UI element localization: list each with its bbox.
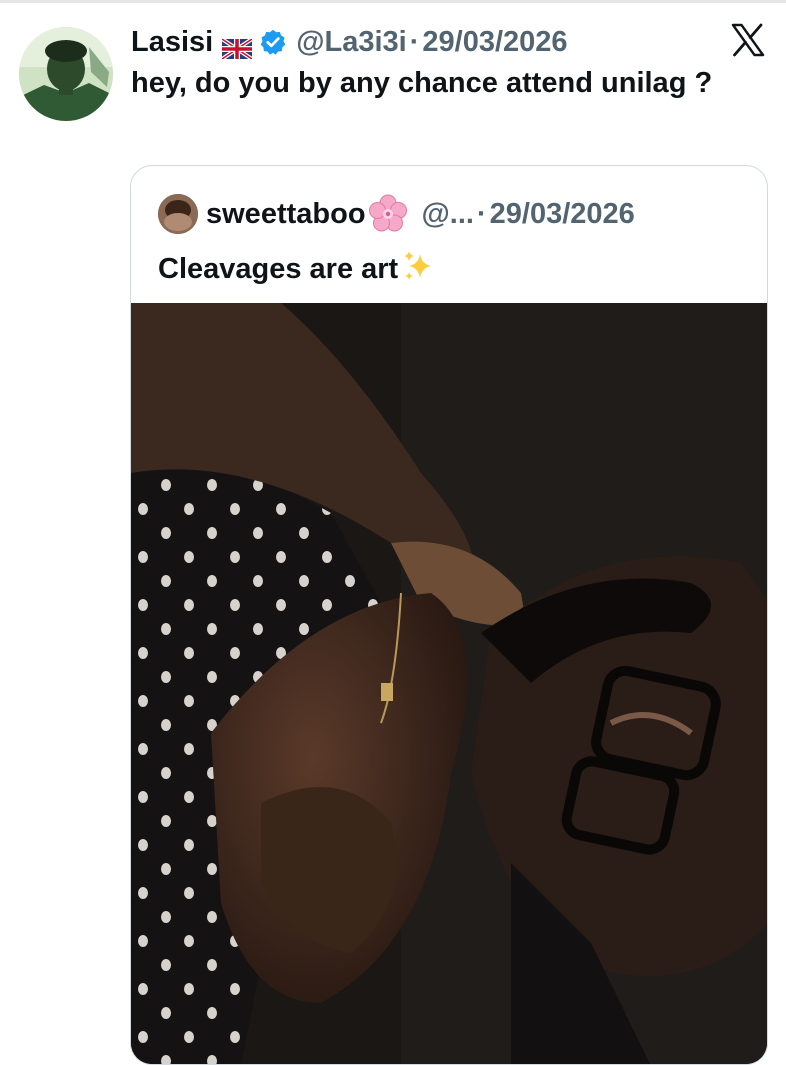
quoted-display-name[interactable]: sweettaboo — [206, 196, 366, 232]
quoted-tweet[interactable]: sweettaboo @... · 29/03/2026 Cleavages a… — [130, 165, 768, 1065]
display-name[interactable]: Lasisi — [131, 24, 213, 60]
quoted-handle[interactable]: @... — [422, 196, 474, 232]
handle[interactable]: @La3i3i — [296, 24, 407, 60]
cherry-blossom-icon — [368, 194, 408, 234]
uk-flag-icon — [221, 32, 254, 61]
tweet-header: Lasisi @La3i3i · 29/03/2026 — [131, 24, 568, 61]
sparkles-icon — [400, 248, 436, 284]
tweet-text: hey, do you by any chance attend unilag … — [131, 67, 713, 99]
separator-dot: · — [409, 26, 420, 58]
timestamp[interactable]: 29/03/2026 — [422, 24, 567, 60]
quoted-separator-dot: · — [476, 198, 487, 230]
quoted-avatar[interactable] — [158, 194, 198, 234]
x-logo-icon — [730, 22, 766, 58]
quoted-text-content: Cleavages are art — [158, 253, 399, 285]
verified-badge-icon — [259, 28, 287, 56]
quoted-text: Cleavages are art — [158, 248, 436, 288]
tweet-card: Lasisi @La3i3i · 29/03/2026 hey, do you — [0, 0, 786, 1065]
quoted-timestamp[interactable]: 29/03/2026 — [490, 196, 635, 232]
avatar[interactable] — [19, 27, 113, 121]
media-image[interactable] — [131, 303, 767, 1064]
quoted-header: sweettaboo @... · 29/03/2026 — [158, 194, 635, 234]
